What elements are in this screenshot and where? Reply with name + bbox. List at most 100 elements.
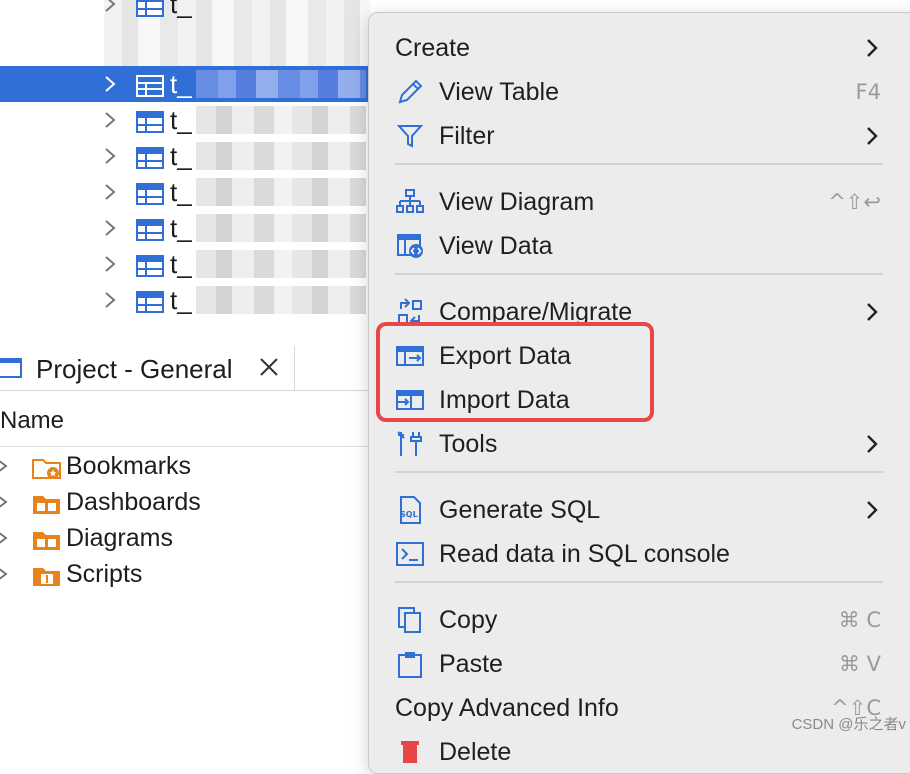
table-name-prefix: t_ [170,249,192,279]
menu-item-label: Generate SQL [439,496,601,524]
chevron-right-icon[interactable] [102,183,118,201]
table-icon [136,147,164,169]
menu-item-label: Create [395,34,471,62]
paste-icon [398,652,422,678]
shortcut-label: ^⇧↩ [828,190,881,214]
blurred-table-name [196,178,366,206]
project-item-label: Scripts [66,560,143,588]
submenu-arrow-icon [867,127,878,145]
shortcut-label: ⌘ V [838,652,881,676]
chevron-right-icon[interactable] [102,147,118,165]
highlight-box [376,322,654,422]
menu-item-generate-sql[interactable]: SQL Generate SQL [369,489,899,531]
table-row[interactable]: t_ [0,138,380,174]
watermark: CSDN @乐之者v [791,716,906,733]
project-tab[interactable]: Project - General [0,346,295,390]
database-navigator-tree: t_ t_ t_ t_ t_ t_ t_ t_ [0,0,380,330]
console-icon [396,542,424,566]
chevron-right-icon[interactable] [102,255,118,273]
blurred-table-name [196,142,366,170]
divider [0,446,380,447]
chevron-right-icon[interactable] [102,0,118,13]
table-icon [136,255,164,277]
blurred-table-name [196,286,366,314]
table-name-prefix: t_ [170,69,192,99]
chevron-right-icon[interactable] [102,219,118,237]
menu-item-label: View Table [439,78,559,106]
submenu-arrow-icon [867,435,878,453]
blurred-table-name [196,214,366,242]
blurred-table-name [196,106,366,134]
sql-file-icon: SQL [400,496,421,524]
table-icon [136,111,164,133]
menu-item-read-data-sql-console[interactable]: Read data in SQL console [369,533,899,575]
chevron-right-icon[interactable] [102,75,118,93]
table-icon [136,183,164,205]
menu-item-label: Tools [439,430,498,458]
close-icon[interactable] [258,356,280,378]
chevron-right-icon[interactable] [0,494,10,510]
chevron-right-icon[interactable] [0,530,10,546]
table-name-prefix: t_ [170,0,192,19]
filter-icon [396,125,424,148]
project-item-label: Bookmarks [66,452,192,480]
table-row[interactable]: t_ [0,282,380,318]
menu-item-view-table[interactable]: View Table F4 [369,71,899,113]
project-item-scripts[interactable]: Scripts [0,556,380,592]
menu-item-label: Filter [439,122,495,150]
menu-item-view-diagram[interactable]: View Diagram ^⇧↩ [369,181,899,223]
menu-item-label: View Diagram [439,188,595,216]
menu-item-filter[interactable]: Filter [369,115,899,157]
menu-item-tools[interactable]: Tools [369,423,899,465]
menu-item-copy[interactable]: Copy ⌘ C [369,599,899,641]
dashboards-folder-icon [33,496,60,514]
table-name-prefix: t_ [170,213,192,243]
project-item-dashboards[interactable]: Dashboards [0,484,380,520]
shortcut-label: F4 [855,80,881,104]
menu-item-delete[interactable]: Delete [369,731,899,773]
table-name-prefix: t_ [170,141,192,171]
project-item-label: Diagrams [66,524,173,552]
menu-item-label: Copy Advanced Info [395,694,619,722]
menu-item-create[interactable]: Create [369,27,899,69]
table-row-selected[interactable]: t_ [0,66,380,102]
chevron-right-icon[interactable] [0,566,10,582]
table-icon [136,219,164,241]
table-icon [136,291,164,313]
view-data-icon [397,234,423,258]
name-column-header[interactable]: Name [0,406,64,436]
chevron-right-icon[interactable] [102,291,118,309]
table-row[interactable]: t_ [0,0,380,22]
menu-item-label: View Data [439,232,553,260]
copy-icon [398,607,421,633]
menu-item-view-data[interactable]: View Data [369,225,899,267]
table-row[interactable]: t_ [0,246,380,282]
chevron-right-icon[interactable] [102,111,118,129]
table-row[interactable]: t_ [0,210,380,246]
diagram-icon [396,189,424,213]
table-row[interactable]: t_ [0,102,380,138]
table-name-prefix: t_ [170,177,192,207]
menu-separator [395,273,883,275]
bookmarks-folder-icon [32,459,61,479]
shortcut-label: ⌘ C [838,608,881,632]
menu-item-label: Copy [439,606,498,634]
submenu-arrow-icon [867,39,878,57]
project-item-label: Dashboards [66,488,201,516]
scripts-folder-icon [33,568,60,586]
project-tab-title: Project - General [36,354,233,384]
window-icon [0,358,22,378]
table-name-prefix: t_ [170,105,192,135]
table-icon [136,75,164,97]
project-item-bookmarks[interactable]: Bookmarks [0,448,380,484]
chevron-right-icon[interactable] [0,458,10,474]
menu-item-label: Delete [439,738,512,766]
table-icon [136,0,164,17]
menu-separator [395,471,883,473]
menu-item-paste[interactable]: Paste ⌘ V [369,643,899,685]
project-item-diagrams[interactable]: Diagrams [0,520,380,556]
blurred-table-name [196,70,366,98]
table-row[interactable]: t_ [0,174,380,210]
menu-separator [395,581,883,583]
svg-text:SQL: SQL [400,510,418,519]
